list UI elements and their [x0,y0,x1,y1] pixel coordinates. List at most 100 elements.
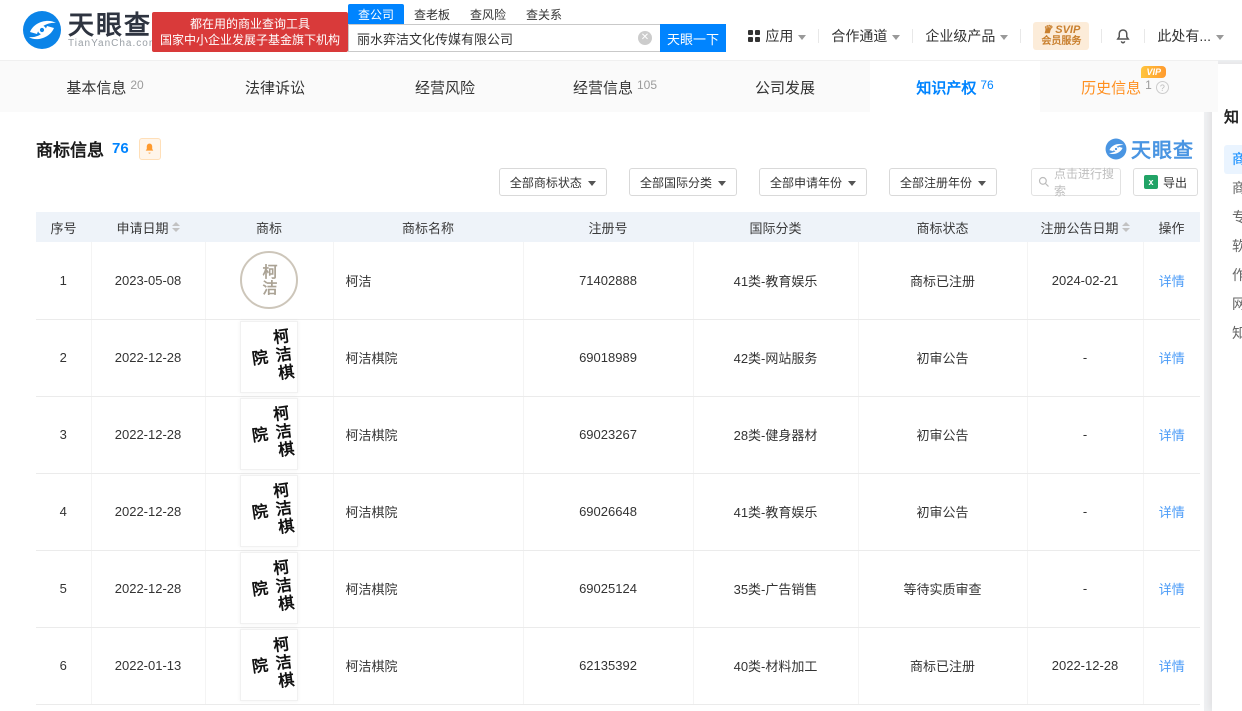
tab-company-development[interactable]: 公司发展 [700,61,870,113]
search-tab-company[interactable]: 查公司 [348,3,405,25]
cell-apply-date: 2022-12-28 [91,319,206,397]
logo-subtitle: TianYanCha.com [68,37,159,49]
cell-registration-no: 69023267 [523,396,694,474]
anchor-item-6[interactable]: 知 [1224,319,1242,348]
trademark-image[interactable]: 柯洁棋院 [240,320,298,393]
tianyancha-logo[interactable]: 天眼查 TianYanCha.com [22,10,158,50]
trademark-image[interactable]: 柯洁棋院 [240,628,298,701]
col-status: 商标状态 [858,212,1027,242]
nav-apps[interactable]: 应用 [748,26,807,46]
search-button[interactable]: 天眼一下 [660,24,726,52]
col-index: 序号 [36,212,91,242]
section-title: 商标信息 [36,141,104,160]
search-input[interactable] [348,24,660,52]
cell-announce-date: - [1027,396,1144,474]
cell-announce-date: 2022-12-28 [1027,627,1144,705]
trademark-image[interactable]: 柯洁棋院 [240,397,298,470]
filter-trademark-status[interactable]: 全部商标状态 [498,168,607,196]
export-button[interactable]: x 导出 [1132,168,1198,196]
detail-link[interactable]: 详情 [1159,274,1185,289]
tab-operating-risk[interactable]: 经营风险 [360,61,530,113]
anchor-item-5[interactable]: 网 [1224,290,1242,319]
company-section-tabs: 基本信息 20 法律诉讼 经营风险 经营信息 105 公司发展 知识产权 76 VIP… [0,60,1218,113]
cell-status: 商标已注册 [858,627,1028,705]
clear-icon[interactable]: ✕ [638,31,652,45]
search-tab-boss[interactable]: 查老板 [404,4,460,25]
table-row: 6 2022-01-13 柯洁棋院 柯洁棋院 62135392 40类-材料加工… [36,627,1200,705]
col-announce-date[interactable]: 注册公告日期 [1027,212,1143,242]
col-trademark: 商标 [205,212,333,242]
detail-link[interactable]: 详情 [1159,351,1185,366]
vip-badge: VIP [1141,66,1166,78]
svip-badge[interactable]: ♛ SVIP 会员服务 [1033,22,1090,50]
search-tabs: 查公司 查老板 查风险 查关系 [348,3,728,25]
cell-index: 2 [36,319,92,397]
search-icon [1038,176,1049,187]
nav-partners[interactable]: 合作通道 [831,26,901,46]
trademark-table: 序号 申请日期 商标 商标名称 注册号 国际分类 商标状态 注册公告日期 操作 … [36,212,1200,705]
tab-intellectual-property[interactable]: 知识产权 76 [870,61,1040,113]
tab-history-info[interactable]: VIP 历史信息 1 ? [1040,61,1210,113]
anchor-item-4[interactable]: 作 [1224,261,1242,290]
detail-link[interactable]: 详情 [1159,428,1185,443]
cell-index: 1 [36,242,92,320]
chevron-down-icon [892,34,901,40]
chevron-down-icon [847,180,856,186]
trademark-image[interactable]: 柯洁棋院 [240,551,298,624]
cell-trademark-name: 柯洁棋院 [333,396,524,474]
col-trademark-name: 商标名称 [333,212,523,242]
tab-operating-info[interactable]: 经营信息 105 [530,61,700,113]
cell-registration-no: 62135392 [523,627,694,705]
anchor-item-3[interactable]: 软 [1224,232,1242,261]
trademark-image[interactable]: 柯洁 [240,251,298,310]
nav-more[interactable]: 此处有... [1157,26,1224,46]
cell-index: 5 [36,550,92,628]
cell-intl-class: 35类-广告销售 [693,550,859,628]
promo-line2: 国家中小企业发展子基金旗下机构 [160,33,341,47]
anchor-header: 知 [1224,109,1240,126]
excel-icon: x [1143,175,1158,189]
trademark-image[interactable]: 柯洁棋院 [240,474,298,547]
filter-apply-year[interactable]: 全部申请年份 [758,168,867,196]
cell-status: 初审公告 [858,396,1028,474]
search-tab-risk[interactable]: 查风险 [460,4,516,25]
cell-status: 等待实质审查 [858,550,1028,628]
top-header: 天眼查 TianYanCha.com 都在用的商业查询工具 国家中小企业发展子基… [0,0,1242,60]
cell-trademark-name: 柯洁棋院 [333,473,524,551]
cell-status: 初审公告 [858,319,1028,397]
anchor-item-trademark[interactable]: 商 [1224,145,1242,174]
cell-registration-no: 69026648 [523,473,694,551]
cell-index: 4 [36,473,92,551]
filter-intl-class[interactable]: 全部国际分类 [628,168,737,196]
trademark-table-body: 1 2023-05-08 柯洁 柯洁 71402888 41类-教育娱乐 商标已… [36,242,1200,705]
anchor-item-2[interactable]: 专 [1224,203,1242,232]
watermark-logo-icon [1105,138,1127,159]
cell-intl-class: 41类-教育娱乐 [693,473,859,551]
col-action: 操作 [1143,212,1200,242]
tab-basic-info[interactable]: 基本信息 20 [20,61,190,113]
chevron-down-icon [587,180,596,186]
table-row: 1 2023-05-08 柯洁 柯洁 71402888 41类-教育娱乐 商标已… [36,242,1200,320]
anchor-item-1[interactable]: 商 [1224,174,1242,203]
cell-apply-date: 2022-01-13 [91,627,206,705]
col-intl-class: 国际分类 [693,212,858,242]
tab-legal[interactable]: 法律诉讼 [190,61,360,113]
nav-enterprise[interactable]: 企业级产品 [925,26,1009,46]
search-area: 查公司 查老板 查风险 查关系 ✕ 天眼一下 [348,3,728,52]
chevron-down-icon [977,180,986,186]
search-tab-relation[interactable]: 查关系 [516,4,572,25]
cell-announce-date: - [1027,550,1144,628]
table-search-input[interactable]: 点击进行搜索 [1030,167,1121,198]
apps-grid-icon [748,30,761,42]
ip-anchor-panel: 知 商 商 专 软 作 网 知 [1212,64,1242,711]
cell-intl-class: 42类-网站服务 [693,319,859,397]
detail-link[interactable]: 详情 [1159,582,1185,597]
notification-bell-icon[interactable] [1114,27,1132,45]
filter-register-year[interactable]: 全部注册年份 [888,168,997,196]
chevron-down-icon [1000,34,1009,40]
help-icon[interactable]: ? [1155,80,1169,94]
monitor-bell-icon[interactable] [138,137,161,160]
detail-link[interactable]: 详情 [1159,659,1185,674]
col-apply-date[interactable]: 申请日期 [91,212,205,242]
detail-link[interactable]: 详情 [1159,505,1185,520]
